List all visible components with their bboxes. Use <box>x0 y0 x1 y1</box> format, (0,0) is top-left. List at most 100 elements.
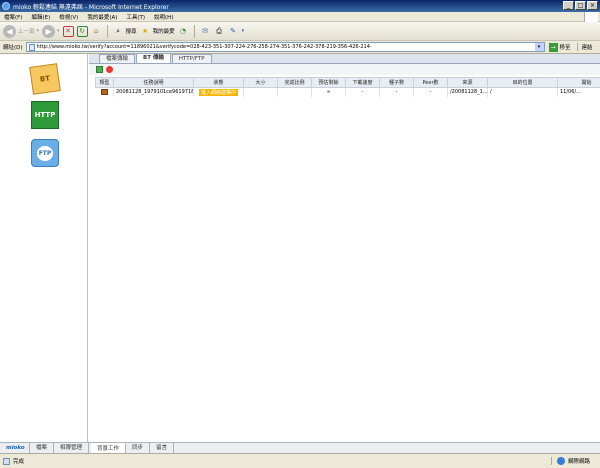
maximize-button[interactable]: □ <box>575 1 586 10</box>
task-progress <box>277 87 312 97</box>
menu-tools[interactable]: 工具(T) <box>126 13 145 21</box>
task-table-wrapper: 類型 任務說明 狀態 大小 完成比例 預估剩餘 下載速度 種子數 Peer數 來… <box>95 77 600 442</box>
tab-file-transfer[interactable]: 檔案傳輸 <box>99 54 136 63</box>
minimize-button[interactable]: _ <box>563 1 574 10</box>
col-progress[interactable]: 完成比例 <box>277 77 312 88</box>
stop-icon[interactable]: ✕ <box>62 25 74 37</box>
favorites-label: 我的最愛 <box>152 29 175 35</box>
col-source[interactable]: 來源 <box>447 77 488 88</box>
zone-label: 網際網路 <box>567 459 590 465</box>
col-seeds[interactable]: 種子數 <box>379 77 414 88</box>
title-bar: mioko 輕鬆連結 無遠弗屆 - Microsoft Internet Exp… <box>0 0 600 12</box>
address-label: 網址(D) <box>3 45 23 51</box>
ftp-label: FTP <box>36 145 54 161</box>
task-seeds: - <box>379 87 414 97</box>
task-name: 20081128_1979101ce9619718... <box>113 87 194 97</box>
tab-http-ftp[interactable]: HTTP/FTP <box>171 54 212 63</box>
toolbar: ◀ 上一頁 ▾ ▶ ▾ ✕ ↻ ⌂ ⌕ 搜尋 ★ 我的最愛 ◔ ✉ ⎙ ✎ ▾ <box>0 22 600 41</box>
tab-album[interactable]: 相簿管理 <box>54 443 90 453</box>
links-button[interactable]: 連結 <box>576 43 593 51</box>
transfer-tabs: 檔案傳輸 BT 傳輸 HTTP/FTP <box>89 53 600 64</box>
history-icon[interactable]: ◔ <box>178 26 189 37</box>
table-row[interactable]: 20081128_1979101ce9619718... 進入網絡建構中 ∞ -… <box>95 87 600 97</box>
col-task[interactable]: 任務說明 <box>113 77 194 88</box>
address-url[interactable]: http://www.mioko.tw/verify?account=11896… <box>37 44 372 50</box>
status-bar: 完成 網際網路 <box>0 453 600 468</box>
forward-button[interactable]: ▶ ▾ <box>42 24 60 38</box>
go-button[interactable]: → 移至 <box>548 42 571 52</box>
back-arrow-icon: ◀ <box>3 24 16 38</box>
task-start: 11/06/... <box>557 87 600 97</box>
ie-icon <box>2 2 10 10</box>
refresh-icon[interactable]: ↻ <box>76 25 88 37</box>
chevron-down-icon: ▾ <box>57 28 60 34</box>
main-panel: 檔案傳輸 BT 傳輸 HTTP/FTP 類型 任務說明 狀態 大小 完成比例 預… <box>89 53 600 442</box>
col-type[interactable]: 類型 <box>95 77 114 88</box>
menu-bar: 檔案(F) 編輯(E) 檢視(V) 我的最愛(A) 工具(T) 說明(H) <box>0 12 600 22</box>
back-label: 上一頁 <box>18 29 35 35</box>
chevron-down-icon[interactable]: ▾ <box>242 28 245 34</box>
address-bar: 網址(D) http://www.mioko.tw/verify?account… <box>0 41 600 54</box>
col-start[interactable]: 開始 <box>557 77 600 88</box>
status-text: 完成 <box>13 459 25 465</box>
go-arrow-icon: → <box>548 42 558 52</box>
back-button[interactable]: ◀ 上一頁 ▾ <box>3 24 40 38</box>
edit-icon[interactable]: ✎ <box>228 26 239 37</box>
globe-icon <box>556 457 565 465</box>
separator <box>106 24 108 38</box>
task-source: /20081128_1... <box>447 87 488 97</box>
menu-edit[interactable]: 編輯(E) <box>31 13 50 21</box>
tab-files[interactable]: 檔案 <box>30 443 55 453</box>
tab-bt-transfer[interactable]: BT 傳輸 <box>136 53 171 63</box>
page-done-icon <box>3 457 10 465</box>
ftp-icon[interactable]: FTP <box>31 139 59 167</box>
menu-favorites[interactable]: 我的最愛(A) <box>87 13 117 21</box>
favorites-button[interactable]: ★ 我的最愛 <box>140 26 175 37</box>
task-peers: - <box>413 87 448 97</box>
tab-background-jobs[interactable]: 背景工作 <box>91 443 127 453</box>
remove-task-icon[interactable] <box>106 66 113 73</box>
status-badge: 進入網絡建構中 <box>198 88 238 96</box>
menu-file[interactable]: 檔案(F) <box>4 13 22 21</box>
task-size <box>243 87 278 97</box>
close-button[interactable]: × <box>587 1 598 10</box>
task-speed: - <box>345 87 380 97</box>
search-button[interactable]: ⌕ 搜尋 <box>113 26 136 37</box>
mioko-logo: mioko <box>0 443 30 453</box>
window-controls: _ □ × <box>563 1 598 10</box>
add-task-icon[interactable] <box>96 66 103 73</box>
security-zone: 網際網路 <box>550 457 590 465</box>
window-title: mioko 輕鬆連結 無遠弗屆 - Microsoft Internet Exp… <box>13 3 169 11</box>
bottom-tabs: mioko 檔案 相簿管理 背景工作 同步 留言 <box>0 442 600 453</box>
search-icon: ⌕ <box>116 26 120 35</box>
task-table: 類型 任務說明 狀態 大小 完成比例 預估剩餘 下載速度 種子數 Peer數 來… <box>95 77 600 97</box>
col-speed[interactable]: 下載速度 <box>345 77 380 88</box>
menu-help[interactable]: 說明(H) <box>154 13 173 21</box>
col-size[interactable]: 大小 <box>243 77 278 88</box>
print-icon[interactable]: ⎙ <box>214 26 225 37</box>
bt-icon[interactable]: BT <box>29 63 61 95</box>
windows-logo-icon <box>584 12 598 22</box>
go-label: 移至 <box>559 45 571 51</box>
tab-sync[interactable]: 同步 <box>126 443 151 453</box>
page-icon <box>28 43 35 51</box>
address-input[interactable]: http://www.mioko.tw/verify?account=11896… <box>25 42 545 52</box>
bt-label: BT <box>39 74 51 84</box>
address-dropdown-icon[interactable]: ▾ <box>534 43 544 51</box>
transfer-type-sidebar: BT HTTP FTP <box>0 54 88 442</box>
home-icon[interactable]: ⌂ <box>91 26 102 37</box>
col-remaining[interactable]: 預估剩餘 <box>311 77 346 88</box>
col-status[interactable]: 狀態 <box>193 77 244 88</box>
col-peers[interactable]: Peer數 <box>413 77 448 88</box>
task-destination: / <box>487 87 558 97</box>
tab-messages[interactable]: 留言 <box>150 443 175 453</box>
table-header-row: 類型 任務說明 狀態 大小 完成比例 預估剩餘 下載速度 種子數 Peer數 來… <box>95 77 600 88</box>
bt-task-icon <box>100 89 108 95</box>
menu-view[interactable]: 檢視(V) <box>59 13 78 21</box>
star-icon: ★ <box>141 27 149 35</box>
task-remaining: ∞ <box>311 87 346 97</box>
col-destination[interactable]: 目的位置 <box>487 77 558 88</box>
mail-icon[interactable]: ✉ <box>200 26 211 37</box>
http-icon[interactable]: HTTP <box>31 101 59 129</box>
chevron-down-icon: ▾ <box>36 28 40 34</box>
